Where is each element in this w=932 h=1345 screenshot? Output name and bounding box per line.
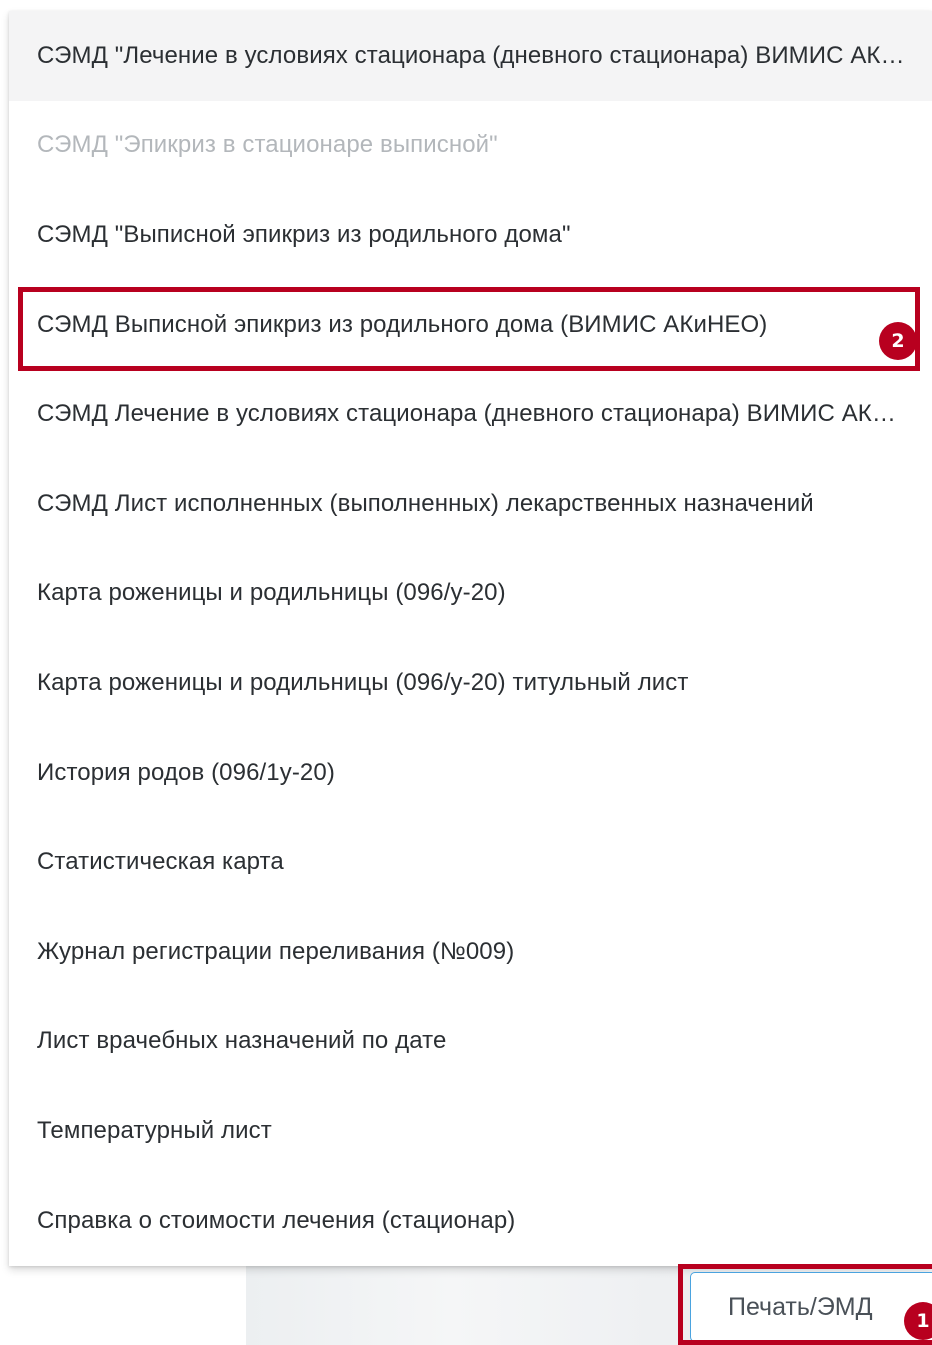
menu-item-statistical-card[interactable]: Статистическая карта (9, 817, 932, 907)
menu-item-label: СЭМД Лечение в условиях стационара (днев… (37, 400, 908, 428)
menu-item-maternity-card[interactable]: Карта роженицы и родильницы (096/у-20) (9, 549, 932, 639)
menu-item-label: Лист врачебных назначений по дате (37, 1027, 447, 1055)
menu-item-semd-epicrisis-discharge: СЭМД "Эпикриз в стационаре выписной" (9, 101, 932, 191)
step-2-badge: 2 (879, 322, 917, 360)
menu-item-label: СЭМД "Эпикриз в стационаре выписной" (37, 131, 498, 159)
menu-item-prescriptions-by-date[interactable]: Лист врачебных назначений по дате (9, 997, 932, 1087)
menu-item-label: Статистическая карта (37, 848, 284, 876)
menu-item-label: Справка о стоимости лечения (стационар) (37, 1206, 516, 1234)
menu-item-label: Журнал регистрации переливания (№009) (37, 937, 515, 965)
menu-item-semd-treatment-vimis-quoted[interactable]: СЭМД "Лечение в условиях стационара (дне… (9, 11, 932, 101)
menu-item-maternity-card-title[interactable]: Карта роженицы и родильницы (096/у-20) т… (9, 638, 932, 728)
menu-item-label: Карта роженицы и родильницы (096/у-20) т… (37, 668, 689, 696)
menu-item-birth-history[interactable]: История родов (096/1у-20) (9, 728, 932, 818)
menu-item-treatment-cost-certificate[interactable]: Справка о стоимости лечения (стационар) (9, 1176, 932, 1266)
menu-item-label: Температурный лист (37, 1116, 272, 1144)
menu-item-label: СЭМД Выписной эпикриз из родильного дома… (37, 310, 768, 338)
menu-item-temperature-sheet[interactable]: Температурный лист (9, 1086, 932, 1176)
menu-item-label: История родов (096/1у-20) (37, 758, 335, 786)
menu-item-label: СЭМД "Лечение в условиях стационара (дне… (37, 41, 908, 69)
menu-item-semd-treatment-vimis[interactable]: СЭМД Лечение в условиях стационара (днев… (9, 369, 932, 459)
menu-item-label: СЭМД Лист исполненных (выполненных) лека… (37, 489, 814, 517)
print-dropdown-menu: СЭМД "Лечение в условиях стационара (дне… (9, 11, 932, 1266)
menu-item-label: СЭМД "Выписной эпикриз из родильного дом… (37, 220, 571, 248)
menu-item-label: Карта роженицы и родильницы (096/у-20) (37, 579, 506, 607)
menu-item-semd-medication-sheet[interactable]: СЭМД Лист исполненных (выполненных) лека… (9, 459, 932, 549)
page: СЭМД "Лечение в условиях стационара (дне… (0, 0, 932, 1345)
menu-item-semd-maternity-discharge-vimis[interactable]: СЭМД Выписной эпикриз из родильного дома… (9, 280, 932, 370)
menu-item-semd-maternity-discharge[interactable]: СЭМД "Выписной эпикриз из родильного дом… (9, 190, 932, 280)
print-emd-button[interactable]: Печать/ЭМД (690, 1272, 932, 1342)
menu-item-transfusion-journal[interactable]: Журнал регистрации переливания (№009) (9, 907, 932, 997)
